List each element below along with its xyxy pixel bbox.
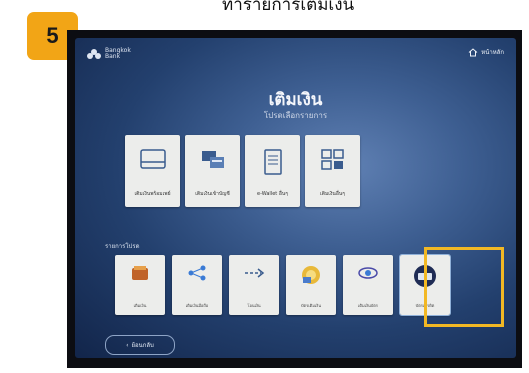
favorite-tile-label: โอนเงิน: [247, 303, 261, 308]
favorite-tile[interactable]: เติมเงินบัตร: [343, 255, 393, 315]
favorite-tile[interactable]: โอนเงิน: [229, 255, 279, 315]
option-card-promptpay[interactable]: เติมเงินพร้อมเพย์: [125, 135, 180, 207]
selection-highlight: [424, 247, 504, 327]
atm-photo: Bangkok Bank หน้าหลัก เติมเงิน โปรดเลือก…: [67, 30, 522, 368]
favorite-tiles: เติมเงิน เติมเงินมือถือ โอนเงิน บัตรเติม…: [115, 254, 451, 316]
grid-icon: [320, 149, 344, 170]
back-label: ย้อนกลับ: [131, 342, 154, 349]
bank-logo-icon: [87, 49, 101, 59]
option-card-label: เติมเงินอื่นๆ: [320, 191, 345, 197]
step-number: 5: [46, 23, 59, 48]
favorite-tile-label: บัตรเติมเงิน: [301, 303, 321, 308]
card-icon: [139, 149, 166, 169]
back-button[interactable]: ‹ ย้อนกลับ: [105, 335, 175, 355]
home-icon: [468, 47, 478, 56]
atm-screen: Bangkok Bank หน้าหลัก เติมเงิน โปรดเลือก…: [75, 38, 516, 358]
favorite-tile[interactable]: เติมเงินมือถือ: [172, 255, 222, 315]
option-card-other[interactable]: เติมเงินอื่นๆ: [305, 135, 360, 207]
document-icon: [263, 149, 282, 175]
transfer-arrow-icon: [245, 268, 265, 278]
favorite-tile[interactable]: บัตรเติมเงิน: [286, 255, 336, 315]
home-label: หน้าหลัก: [481, 49, 504, 56]
bank-logo: Bangkok Bank: [87, 48, 131, 60]
share-network-icon: [188, 265, 206, 281]
favorite-tile-label: เติมเงิน: [133, 303, 147, 308]
option-card-label: เติมเงินเข้าบัญชี: [195, 191, 230, 197]
chevron-left-icon: ‹: [126, 341, 129, 349]
wallet-icon: [132, 266, 148, 280]
favorite-tile-label: เติมเงินมือถือ: [185, 303, 209, 308]
bank-logo-text: Bangkok Bank: [105, 47, 131, 60]
bank-account-icon: [201, 151, 224, 168]
header-text: ทำรายการเติมเงิน: [222, 0, 355, 14]
favorites-label: รายการโปรด: [105, 243, 140, 250]
favorite-tile[interactable]: เติมเงิน: [115, 255, 165, 315]
option-card-label: เติมเงินพร้อมเพย์: [134, 191, 171, 197]
option-card-account[interactable]: เติมเงินเข้าบัญชี: [185, 135, 240, 207]
favorite-tile-label: เติมเงินบัตร: [358, 303, 378, 308]
option-card-ewallet[interactable]: e-Wallet อื่นๆ: [245, 135, 300, 207]
home-button[interactable]: หน้าหลัก: [468, 47, 504, 57]
satellite-icon: [358, 267, 378, 279]
page-subtitle: โปรดเลือกรายการ: [263, 111, 328, 120]
coin-icon: [302, 266, 320, 284]
option-card-label: e-Wallet อื่นๆ: [257, 191, 288, 197]
main-options: เติมเงินพร้อมเพย์ เติมเงินเข้าบัญชี e-Wa…: [125, 135, 360, 207]
